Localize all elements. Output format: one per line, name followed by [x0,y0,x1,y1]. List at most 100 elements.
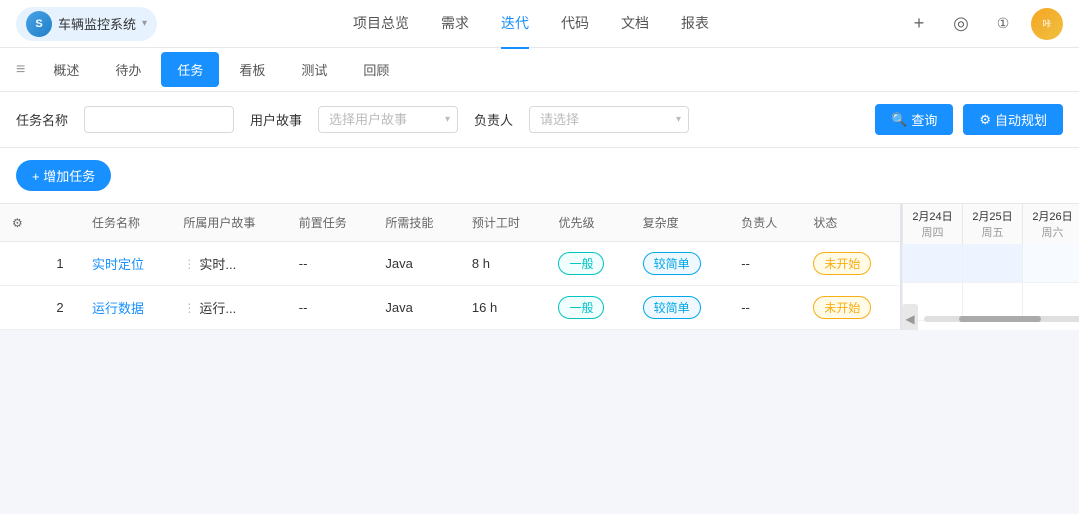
task-link-1[interactable]: 实时定位 [92,257,144,272]
gantt-day-header-1: 2月25日 周五 [963,204,1023,244]
gantt-cell-2-2 [1023,282,1079,320]
auto-plan-icon: ⚙ [979,112,991,128]
sub-nav-todo[interactable]: 待办 [99,52,157,87]
task-link-2[interactable]: 运行数据 [92,301,144,316]
row-num-2: 2 [40,286,80,330]
nav-item-code[interactable]: 代码 [561,0,589,49]
th-assignee: 负责人 [729,204,801,242]
th-estimated-time: 预计工时 [460,204,547,242]
row-priority-1: 一般 [546,242,630,286]
gantt-weekday-1: 周五 [967,224,1018,240]
th-priority: 优先级 [546,204,630,242]
assignee-label: 负责人 [474,110,513,129]
gantt-row-1 [903,244,1079,282]
user-avatar[interactable]: 咔 [1031,8,1063,40]
row-settings-cell-2 [0,286,40,330]
user-story-select[interactable]: 选择用户故事 [318,106,458,133]
row-priority-2: 一般 [546,286,630,330]
nav-item-iteration[interactable]: 迭代 [501,0,529,49]
add-task-bar: + 增加任务 [0,148,1079,204]
task-name-input[interactable] [84,106,234,133]
row-pre-task-1: -- [287,242,374,286]
gantt-weekday-2: 周六 [1027,224,1078,240]
row-complexity-2: 较简单 [631,286,730,330]
user-story-drag-icon: ⋮ [183,257,195,271]
project-dropdown-arrow: ▾ [142,18,147,29]
project-logo-icon: S [26,11,52,37]
nav-item-overview[interactable]: 项目总览 [353,0,409,49]
gantt-day-header-0: 2月24日 周四 [903,204,963,244]
gantt-day-header-2: 2月26日 周六 [1023,204,1079,244]
row-assignee-1: -- [729,242,801,286]
th-settings[interactable]: ⚙ [0,204,40,242]
assignee-select-wrap: 请选择 ▾ [529,106,689,133]
row-status-2: 未开始 [801,286,900,330]
sub-nav-expand-icon[interactable]: ≡ [16,61,25,79]
gantt-scroll-controls: ◀ ▶ [902,316,1079,322]
row-task-name-1[interactable]: 实时定位 [80,242,171,286]
th-pre-task: 前置任务 [287,204,374,242]
add-task-button-label: + 增加任务 [32,166,95,185]
priority-badge-2: 一般 [558,296,604,319]
row-settings-cell [0,242,40,286]
row-assignee-2: -- [729,286,801,330]
th-status: 状态 [801,204,900,242]
assignee-select[interactable]: 请选择 [529,106,689,133]
gantt-scroll-left-button[interactable]: ◀ [902,304,918,330]
status-badge-1: 未开始 [813,252,871,275]
sub-nav-review[interactable]: 回顾 [347,52,405,87]
gantt-cell-2-1 [963,282,1023,320]
row-estimated-time-2: 16 h [460,286,547,330]
nav-item-reports[interactable]: 报表 [681,0,709,49]
row-num-1: 1 [40,242,80,286]
auto-plan-button-label: 自动规划 [995,110,1047,129]
row-skill-1: Java [373,242,460,286]
gantt-date-0: 2月24日 [907,208,958,224]
top-navigation: S 车辆监控系统 ▾ 项目总览 需求 迭代 代码 文档 报表 + ◎ ① 咔 [0,0,1079,48]
status-badge-2: 未开始 [813,296,871,319]
th-num [40,204,80,242]
gantt-scrollbar[interactable] [924,316,1079,322]
gantt-cell-1-1 [963,244,1023,282]
priority-badge-1: 一般 [558,252,604,275]
nav-item-docs[interactable]: 文档 [621,0,649,49]
gantt-table: 2月24日 周四 2月25日 周五 2月26日 周六 2月27日 [902,204,1079,321]
user-story-select-wrap: 选择用户故事 ▾ [318,106,458,133]
complexity-badge-1: 较简单 [643,252,701,275]
gantt-date-2: 2月26日 [1027,208,1078,224]
th-complexity: 复杂度 [631,204,730,242]
row-user-story-2: ⋮ 运行... [171,286,286,330]
nav-right-actions: + ◎ ① 咔 [905,8,1063,40]
row-estimated-time-1: 8 h [460,242,547,286]
th-skill: 所需技能 [373,204,460,242]
query-button-label: 查询 [911,110,937,129]
avatar-text: 咔 [1042,17,1051,30]
table-row: 2 运行数据 ⋮ 运行... -- Java [0,286,900,330]
settings-gear-icon: ⚙ [12,216,23,230]
project-name: 车辆监控系统 [58,14,136,33]
row-task-name-2[interactable]: 运行数据 [80,286,171,330]
sub-nav-kanban[interactable]: 看板 [223,52,281,87]
complexity-badge-2: 较简单 [643,296,701,319]
filter-actions: 🔍 查询 ⚙ 自动规划 [875,104,1063,135]
row-status-1: 未开始 [801,242,900,286]
target-icon-button[interactable]: ◎ [947,10,975,38]
add-icon-button[interactable]: + [905,10,933,38]
row-user-story-1: ⋮ 实时... [171,242,286,286]
gantt-date-1: 2月25日 [967,208,1018,224]
sub-nav-test[interactable]: 测试 [285,52,343,87]
add-task-button[interactable]: + 增加任务 [16,160,111,191]
sub-nav-task[interactable]: 任务 [161,52,219,87]
query-button[interactable]: 🔍 查询 [875,104,953,135]
th-task-name: 任务名称 [80,204,171,242]
project-selector[interactable]: S 车辆监控系统 ▾ [16,7,157,41]
filter-bar: 任务名称 用户故事 选择用户故事 ▾ 负责人 请选择 ▾ 🔍 查询 ⚙ 自动规划 [0,92,1079,148]
row-complexity-1: 较简单 [631,242,730,286]
alert-icon-button[interactable]: ① [989,10,1017,38]
search-icon: 🔍 [891,112,907,128]
task-table: ⚙ 任务名称 所属用户故事 前置任务 所需技能 [0,204,900,330]
gantt-row-2 [903,282,1079,320]
sub-nav-overview[interactable]: 概述 [37,52,95,87]
nav-item-requirements[interactable]: 需求 [441,0,469,49]
auto-plan-button[interactable]: ⚙ 自动规划 [963,104,1063,135]
